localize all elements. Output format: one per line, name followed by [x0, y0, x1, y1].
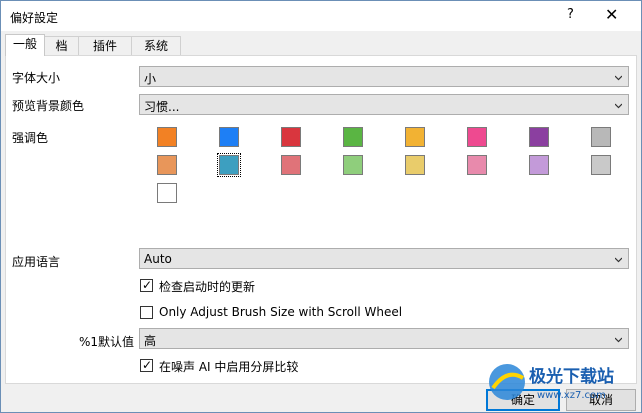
chevron-down-icon	[615, 337, 622, 343]
accent-swatch[interactable]	[467, 127, 487, 147]
font-size-value: 小	[144, 72, 157, 86]
preview-bg-label: 预览背景颜色	[12, 99, 85, 113]
accent-swatch[interactable]	[591, 155, 611, 175]
title-bar: 偏好設定 ? ✕	[1, 1, 641, 31]
app-language-value: Auto	[144, 252, 172, 266]
chevron-down-icon	[615, 257, 622, 263]
brush-wheel-label: Only Adjust Brush Size with Scroll Wheel	[159, 305, 403, 319]
font-size-select[interactable]: 小	[139, 66, 629, 87]
checkmark-icon: ✓	[142, 278, 153, 292]
general-panel: 字体大小 小 预览背景颜色 习惯... 强调色 应用语言 Auto ✓ 检查启动…	[5, 55, 637, 384]
accent-color-label: 强调色	[12, 131, 49, 145]
accent-swatch[interactable]	[405, 155, 425, 175]
noise-split-label: 在噪声 AI 中启用分屏比较	[159, 360, 299, 374]
startup-update-label: 检查启动时的更新	[159, 280, 256, 294]
watermark-logo: 极光下载站 www.xz7.com	[485, 358, 635, 409]
accent-swatch[interactable]	[281, 155, 301, 175]
watermark-text: 极光下载站	[529, 366, 614, 387]
watermark-url: www.xz7.com	[537, 390, 606, 401]
checkbox-box[interactable]	[140, 306, 153, 319]
preferences-window: 偏好設定 ? ✕ 一般 档 插件 系统 字体大小 小 预览背景颜色 习惯... …	[0, 0, 642, 413]
accent-swatch[interactable]	[405, 127, 425, 147]
tab-general[interactable]: 一般	[5, 34, 45, 56]
accent-swatch[interactable]	[343, 127, 363, 147]
tab-system[interactable]: 系统	[131, 36, 181, 55]
window-title: 偏好設定	[10, 11, 59, 25]
default-value-value: 高	[144, 334, 157, 348]
chevron-down-icon	[615, 103, 622, 109]
accent-swatch[interactable]	[157, 155, 177, 175]
chevron-down-icon	[615, 75, 622, 81]
preview-bg-value: 习惯...	[144, 100, 180, 114]
accent-swatch[interactable]	[157, 127, 177, 147]
app-language-select[interactable]: Auto	[139, 248, 629, 269]
checkmark-icon: ✓	[142, 358, 153, 372]
accent-swatch[interactable]	[529, 155, 549, 175]
accent-swatch[interactable]	[343, 155, 363, 175]
checkbox-box[interactable]: ✓	[140, 278, 153, 292]
accent-swatch[interactable]	[157, 183, 177, 203]
checkbox-box[interactable]: ✓	[140, 358, 153, 372]
default-value-label: %1默认值	[79, 335, 135, 349]
tab-plugins[interactable]: 插件	[78, 36, 132, 55]
preview-bg-select[interactable]: 习惯...	[139, 94, 629, 115]
tab-file[interactable]: 档	[44, 36, 79, 55]
accent-swatch[interactable]	[529, 127, 549, 147]
font-size-label: 字体大小	[12, 71, 61, 85]
watermark-logo-icon: 极光下载站 www.xz7.com	[489, 364, 614, 401]
help-button[interactable]: ?	[567, 7, 574, 22]
accent-swatch[interactable]	[591, 127, 611, 147]
accent-swatch[interactable]	[281, 127, 301, 147]
close-icon[interactable]: ✕	[605, 5, 618, 24]
accent-swatch[interactable]	[217, 153, 241, 177]
accent-swatch[interactable]	[467, 155, 487, 175]
accent-swatch[interactable]	[219, 127, 239, 147]
default-value-select[interactable]: 高	[139, 328, 629, 349]
app-language-label: 应用语言	[12, 255, 61, 269]
